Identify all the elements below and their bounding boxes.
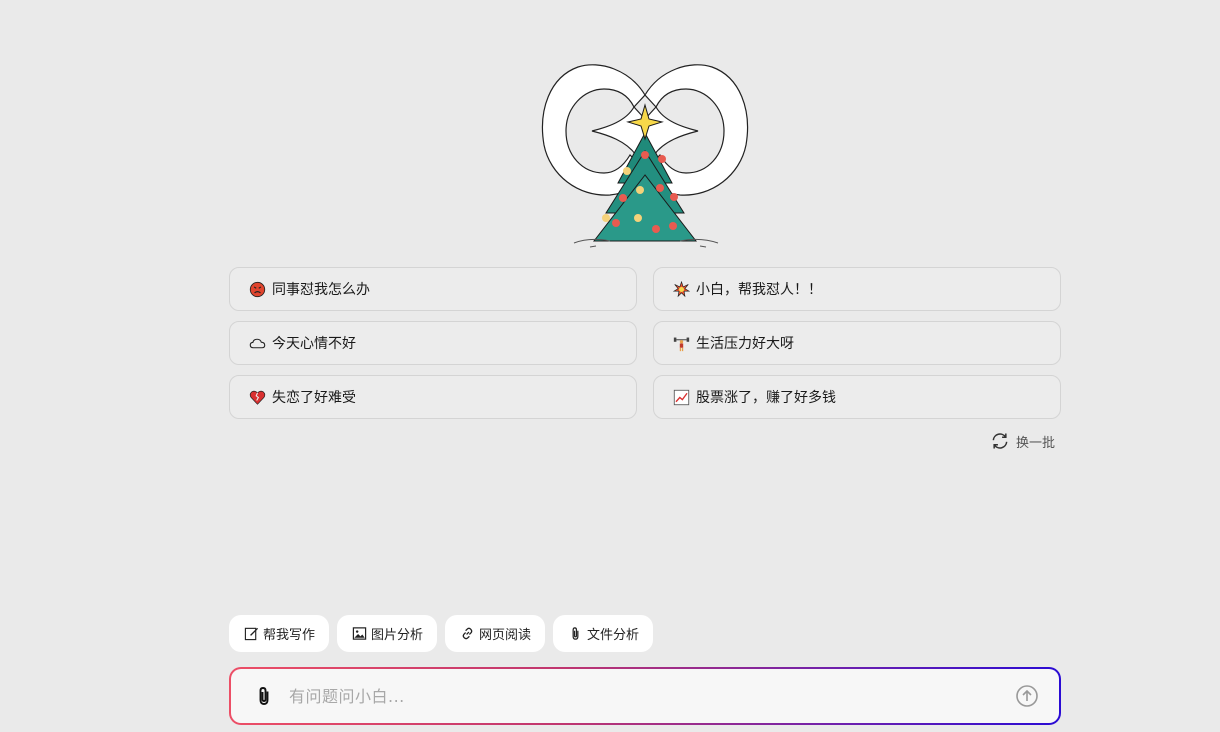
chart-increasing-icon bbox=[672, 388, 690, 406]
suggestion-card[interactable]: 小白，帮我怼人！！ bbox=[653, 267, 1061, 311]
suggestion-card[interactable]: 失恋了好难受 bbox=[229, 375, 637, 419]
broken-heart-icon bbox=[248, 388, 266, 406]
attach-button[interactable] bbox=[253, 685, 275, 707]
file-analysis-button[interactable]: 文件分析 bbox=[553, 615, 654, 652]
paperclip-icon bbox=[572, 627, 579, 640]
tool-label: 网页阅读 bbox=[479, 628, 532, 643]
weightlifter-icon bbox=[672, 334, 690, 352]
tool-label: 文件分析 bbox=[587, 628, 640, 643]
refresh-label: 换一批 bbox=[1016, 435, 1056, 451]
suggestion-label: 小白，帮我怼人！！ bbox=[696, 282, 822, 298]
suggestion-card[interactable]: 今天心情不好 bbox=[229, 321, 637, 365]
chat-input[interactable] bbox=[289, 686, 1015, 706]
angry-face-icon bbox=[248, 280, 266, 298]
tool-label: 图片分析 bbox=[371, 628, 424, 643]
christmas-tree-logo bbox=[541, 64, 749, 248]
tool-bar: 帮我写作 图片分析 网页阅读 文件分析 bbox=[229, 615, 654, 652]
chat-input-inner bbox=[231, 669, 1059, 723]
suggestion-card[interactable]: 同事怼我怎么办 bbox=[229, 267, 637, 311]
suggestion-label: 失恋了好难受 bbox=[272, 390, 356, 406]
suggestion-label: 生活压力好大呀 bbox=[696, 336, 794, 352]
logo bbox=[530, 55, 760, 250]
edit-icon bbox=[244, 627, 259, 641]
collision-icon bbox=[672, 280, 690, 298]
image-analysis-button[interactable]: 图片分析 bbox=[337, 615, 438, 652]
suggestion-grid: 同事怼我怎么办 小白，帮我怼人！！ 今天心情不好 生活压力好大呀 失恋了好难受 … bbox=[229, 267, 1061, 419]
suggestion-label: 今天心情不好 bbox=[272, 336, 356, 352]
refresh-icon bbox=[992, 433, 1008, 449]
cloud-icon bbox=[248, 334, 266, 352]
paperclip-icon bbox=[259, 687, 269, 705]
refresh-button[interactable]: 换一批 bbox=[990, 431, 1055, 451]
send-button[interactable] bbox=[1015, 684, 1039, 708]
suggestion-card[interactable]: 股票涨了，赚了好多钱 bbox=[653, 375, 1061, 419]
tool-label: 帮我写作 bbox=[263, 628, 316, 643]
suggestion-label: 股票涨了，赚了好多钱 bbox=[696, 390, 836, 406]
arrow-up-circle-icon bbox=[1016, 685, 1038, 707]
suggestion-card[interactable]: 生活压力好大呀 bbox=[653, 321, 1061, 365]
write-tool-button[interactable]: 帮我写作 bbox=[229, 615, 330, 652]
link-icon bbox=[462, 627, 473, 640]
web-reading-button[interactable]: 网页阅读 bbox=[445, 615, 546, 652]
chat-input-container bbox=[229, 667, 1061, 725]
suggestion-label: 同事怼我怎么办 bbox=[272, 282, 370, 298]
image-icon bbox=[352, 627, 367, 640]
